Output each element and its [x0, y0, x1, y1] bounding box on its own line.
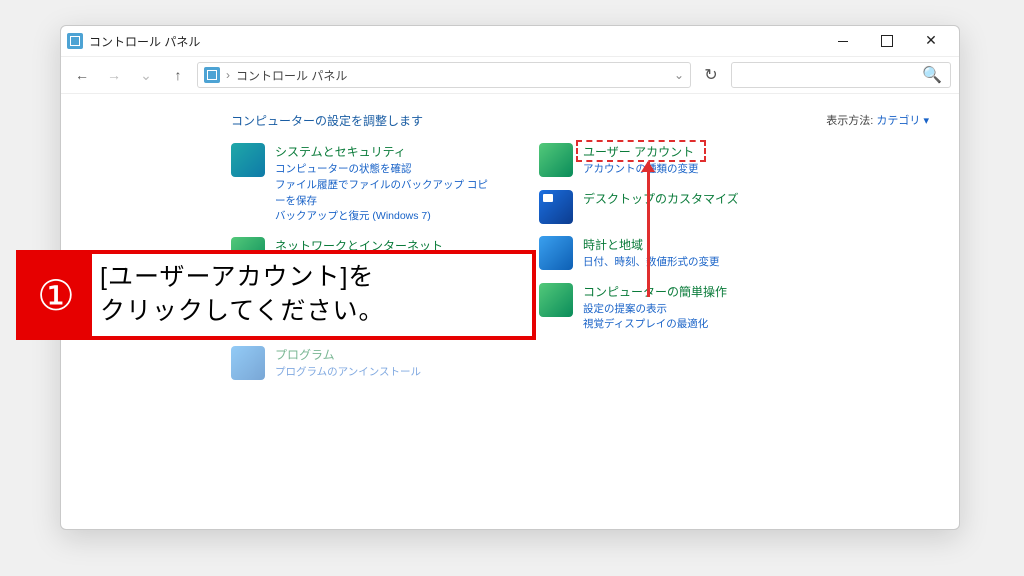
- control-panel-icon: [204, 67, 220, 83]
- annotation-callout: ① [ユーザーアカウント]を クリックしてください。: [16, 250, 536, 340]
- clock-icon: [539, 236, 573, 270]
- navigation-bar: ← → ⌄ ↑ › コントロール パネル ⌄ ↻ 🔍: [61, 56, 959, 94]
- category-title[interactable]: デスクトップのカスタマイズ: [583, 190, 739, 207]
- annotation-arrow: [647, 162, 650, 297]
- refresh-button[interactable]: ↻: [697, 62, 725, 88]
- monitor-icon: [539, 190, 573, 224]
- breadcrumb[interactable]: コントロール パネル: [236, 67, 347, 84]
- search-input[interactable]: 🔍: [731, 62, 951, 88]
- programs-icon: [231, 346, 265, 380]
- view-by: 表示方法: カテゴリ ▾: [826, 112, 929, 128]
- annotation-highlight: [576, 140, 706, 162]
- category-column-right: ユーザー アカウント アカウントの種類の変更 デスクトップのカスタマイズ 時計と…: [539, 143, 799, 380]
- titlebar: コントロール パネル ✕: [61, 26, 959, 56]
- category-title[interactable]: システムとセキュリティ: [275, 143, 491, 160]
- category-system-security: システムとセキュリティ コンピューターの状態を確認 ファイル履歴でファイルのバッ…: [231, 143, 491, 225]
- category-title[interactable]: プログラム: [275, 346, 421, 363]
- close-button[interactable]: ✕: [909, 26, 953, 56]
- user-icon: [539, 143, 573, 177]
- annotation-number: ①: [20, 254, 92, 336]
- maximize-button[interactable]: [865, 26, 909, 56]
- search-icon: 🔍: [922, 65, 942, 85]
- address-bar[interactable]: › コントロール パネル ⌄: [197, 62, 691, 88]
- category-link[interactable]: 設定の提案の表示: [583, 302, 727, 318]
- category-title[interactable]: 時計と地域: [583, 236, 720, 253]
- chevron-right-icon: ›: [226, 68, 230, 82]
- category-link[interactable]: 視覚ディスプレイの最適化: [583, 317, 727, 333]
- category-clock-region: 時計と地域 日付、時刻、数値形式の変更: [539, 236, 799, 271]
- view-by-dropdown[interactable]: カテゴリ ▾: [876, 115, 929, 127]
- annotation-text: [ユーザーアカウント]を クリックしてください。: [92, 257, 532, 333]
- back-button[interactable]: ←: [69, 62, 95, 88]
- category-link[interactable]: ファイル履歴でファイルのバックアップ コピーを保存: [275, 178, 491, 210]
- category-link[interactable]: 日付、時刻、数値形式の変更: [583, 255, 720, 271]
- category-ease-of-access: コンピューターの簡単操作 設定の提案の表示 視覚ディスプレイの最適化: [539, 283, 799, 334]
- shield-icon: [231, 143, 265, 177]
- forward-button[interactable]: →: [101, 62, 127, 88]
- category-link[interactable]: プログラムのアンインストール: [275, 365, 421, 381]
- category-title[interactable]: コンピューターの簡単操作: [583, 283, 727, 300]
- category-link[interactable]: バックアップと復元 (Windows 7): [275, 209, 491, 225]
- control-panel-icon: [67, 33, 83, 49]
- window-title: コントロール パネル: [89, 33, 200, 50]
- category-personalization: デスクトップのカスタマイズ: [539, 190, 799, 224]
- accessibility-icon: [539, 283, 573, 317]
- category-link[interactable]: コンピューターの状態を確認: [275, 162, 491, 178]
- minimize-button[interactable]: [821, 26, 865, 56]
- category-programs: プログラム プログラムのアンインストール: [231, 346, 491, 381]
- chevron-down-icon[interactable]: ⌄: [674, 68, 684, 82]
- up-button[interactable]: ↑: [165, 62, 191, 88]
- recent-dropdown[interactable]: ⌄: [133, 62, 159, 88]
